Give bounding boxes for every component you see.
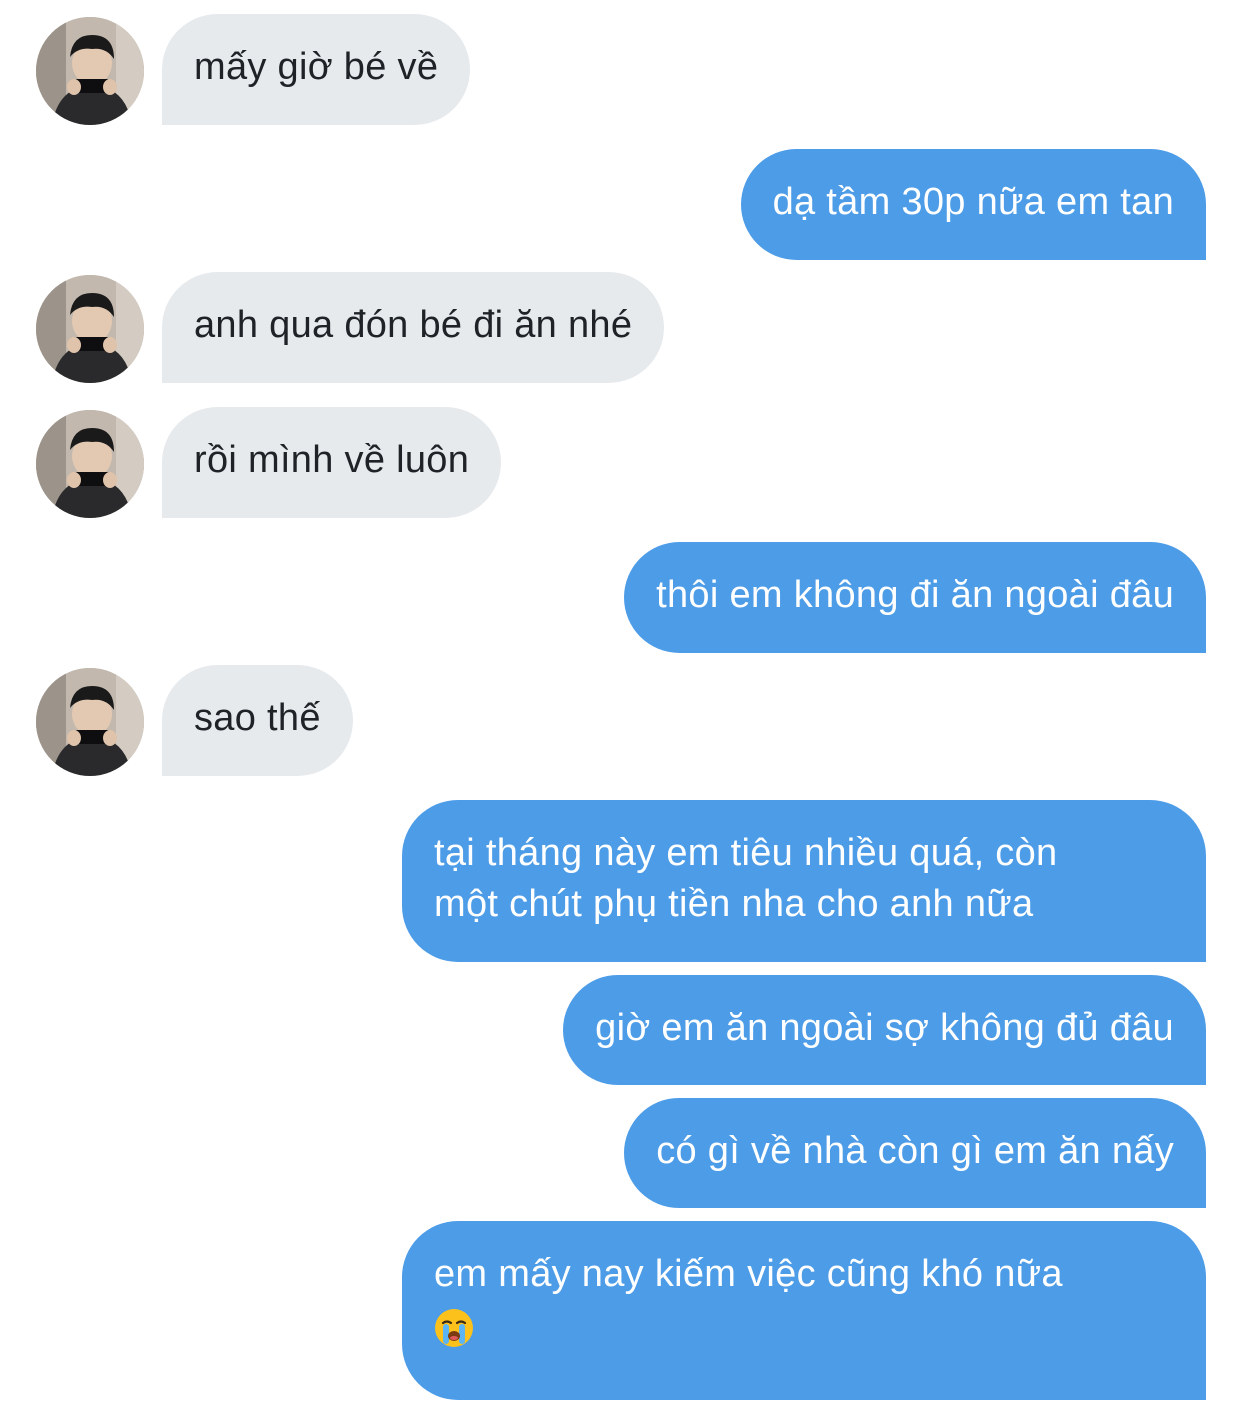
incoming-message[interactable]: sao thế <box>162 665 353 776</box>
contact-avatar[interactable] <box>36 410 144 518</box>
message-text: thôi em không đi ăn ngoài đâu <box>656 574 1174 616</box>
message-text: rồi mình về luôn <box>194 439 470 481</box>
message-text: dạ tầm 30p nữa em tan <box>772 181 1174 223</box>
outgoing-message[interactable]: giờ em ăn ngoài sợ không đủ đâu <box>563 975 1206 1085</box>
outgoing-message[interactable]: tại tháng này em tiêu nhiều quá, còn một… <box>402 800 1206 962</box>
contact-avatar[interactable] <box>36 17 144 125</box>
outgoing-message[interactable]: có gì về nhà còn gì em ăn nấy <box>624 1098 1206 1208</box>
message-text-line: một chút phụ tiền nha cho anh nữa <box>434 883 1034 925</box>
avatar-photo <box>36 410 144 518</box>
message-text: sao thế <box>194 697 321 739</box>
outgoing-message[interactable]: thôi em không đi ăn ngoài đâu <box>624 542 1206 653</box>
message-text-line: tại tháng này em tiêu nhiều quá, còn <box>434 832 1058 874</box>
incoming-message[interactable]: mấy giờ bé về <box>162 14 471 125</box>
outgoing-message[interactable]: dạ tầm 30p nữa em tan <box>740 149 1206 260</box>
avatar-photo <box>36 275 144 383</box>
outgoing-message[interactable]: em mấy nay kiếm việc cũng khó nữa <box>402 1221 1206 1400</box>
avatar-photo <box>36 17 144 125</box>
incoming-message[interactable]: anh qua đón bé đi ăn nhé <box>162 272 665 383</box>
message-text: mấy giờ bé về <box>194 46 439 88</box>
message-text: anh qua đón bé đi ăn nhé <box>194 304 633 346</box>
crying-face-icon <box>434 1308 474 1362</box>
message-text: có gì về nhà còn gì em ăn nấy <box>656 1130 1174 1172</box>
contact-avatar[interactable] <box>36 668 144 776</box>
contact-avatar[interactable] <box>36 275 144 383</box>
message-text: giờ em ăn ngoài sợ không đủ đâu <box>595 1007 1174 1049</box>
avatar-photo <box>36 668 144 776</box>
message-text: em mấy nay kiếm việc cũng khó nữa <box>434 1253 1063 1295</box>
incoming-message[interactable]: rồi mình về luôn <box>162 407 502 518</box>
